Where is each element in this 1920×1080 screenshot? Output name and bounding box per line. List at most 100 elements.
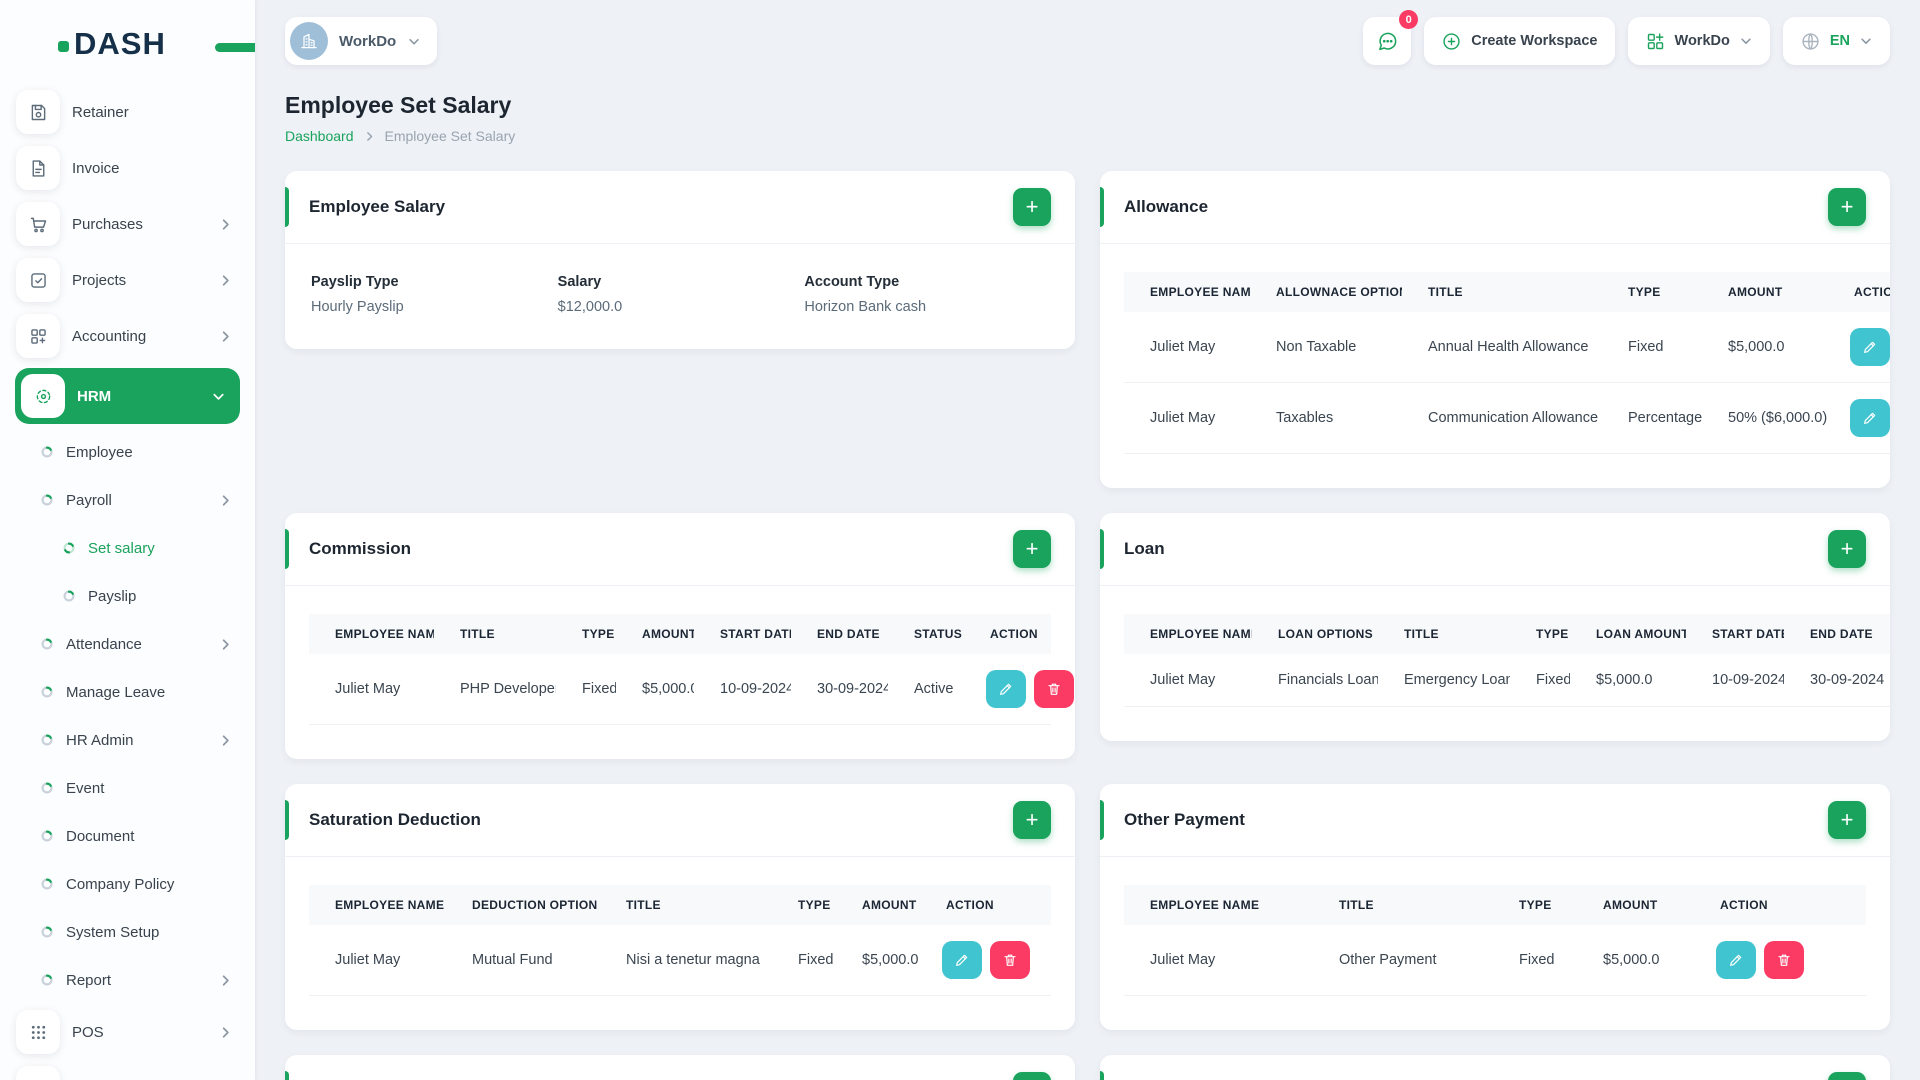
bullet-icon (62, 541, 76, 555)
sidebar-item-label: Attendance (66, 635, 142, 653)
card-overtime: Overtime + (285, 1055, 1075, 1080)
sidebar-item-set-salary[interactable]: Set salary (0, 524, 255, 572)
sidebar-item-crm[interactable]: CRM (0, 1060, 255, 1080)
trash-icon (1002, 952, 1018, 968)
accounting-icon (16, 314, 60, 358)
card-header: Overtime + (285, 1055, 1075, 1080)
delete-button[interactable] (1764, 941, 1804, 979)
sidebar-item-label: HR Admin (66, 731, 134, 749)
sidebar-item-pos[interactable]: POS (0, 1004, 255, 1060)
column-header: ACTION (920, 885, 1051, 925)
trash-icon (1776, 952, 1792, 968)
field-value: Horizon Bank cash (804, 299, 927, 315)
delete-button[interactable] (1034, 670, 1074, 708)
add-commission-button[interactable]: + (1013, 530, 1051, 568)
sidebar-item-label: Report (66, 971, 112, 989)
sidebar-item-hrm[interactable]: HRM (15, 368, 240, 424)
sidebar-item-payroll[interactable]: Payroll (0, 476, 255, 524)
language-selector[interactable]: EN (1782, 17, 1890, 65)
sidebar-item-projects[interactable]: Projects (0, 252, 255, 308)
field-label: Account Type (804, 274, 900, 290)
sidebar-item-label: POS (72, 1023, 104, 1041)
table-cell-actions (964, 654, 1074, 725)
chat-icon (1376, 30, 1399, 53)
messages-button[interactable]: 0 (1363, 10, 1419, 65)
breadcrumb: Dashboard Employee Set Salary (285, 128, 1890, 144)
column-header: TITLE (600, 885, 772, 925)
card-title: Allowance (1124, 197, 1209, 216)
table-row: Juliet May Taxables Communication Allowanc… (1124, 382, 1890, 454)
bullet-icon (40, 733, 54, 747)
chevron-right-icon (363, 130, 376, 143)
sidebar-item-employee[interactable]: Employee (0, 428, 255, 476)
column-header: AMOUNT (616, 614, 694, 654)
breadcrumb-dashboard-link[interactable]: Dashboard (285, 128, 354, 144)
column-header: START DATE (694, 614, 791, 654)
sidebar-item-report[interactable]: Report (0, 956, 255, 1004)
divider (1100, 243, 1890, 244)
bullet-icon (40, 925, 54, 939)
workdo-menu-button[interactable]: WorkDo (1627, 17, 1770, 65)
sidebar-item-system-setup[interactable]: System Setup (0, 908, 255, 956)
delete-button[interactable] (990, 941, 1030, 979)
add-overtime-button[interactable]: + (1013, 1072, 1051, 1080)
edit-button[interactable] (942, 941, 982, 979)
edit-button[interactable] (1716, 941, 1756, 979)
workspace-selector[interactable]: WorkDo (285, 17, 438, 65)
loan-table: EMPLOYEE NAME LOAN OPTIONS TITLE TYPE LOAN A… (1124, 614, 1890, 707)
add-company-contribution-button[interactable]: + (1828, 1072, 1866, 1080)
column-header: END DATE (791, 614, 888, 654)
sidebar-item-hr-admin[interactable]: HR Admin (0, 716, 255, 764)
table-cell: Financials Loan (1252, 654, 1378, 707)
sidebar-item-event[interactable]: Event (0, 764, 255, 812)
page-header: Employee Set Salary Dashboard Employee S… (285, 92, 1890, 144)
create-workspace-button[interactable]: Create Workspace (1424, 17, 1615, 65)
globe-icon (1800, 31, 1821, 52)
field-account-type: Account Type Horizon Bank cash (804, 274, 1051, 315)
purchases-icon (16, 202, 60, 246)
add-loan-button[interactable]: + (1828, 530, 1866, 568)
table-cell: Taxables (1250, 382, 1402, 454)
field-salary: Salary $12,000.0 (558, 274, 805, 315)
bullet-icon (40, 781, 54, 795)
sidebar-nav: Retainer Invoice Purchases Projects Accounti… (0, 80, 255, 1080)
sidebar-item-invoice[interactable]: Invoice (0, 140, 255, 196)
commission-table: EMPLOYEE NAME TITLE TYPE AMOUNT START DATE EN… (309, 614, 1075, 725)
sidebar-item-attendance[interactable]: Attendance (0, 620, 255, 668)
sidebar-item-document[interactable]: Document (0, 812, 255, 860)
edit-button[interactable] (1850, 328, 1890, 366)
table-cell: Fixed (1602, 312, 1702, 383)
column-header: DEDUCTION OPTION (446, 885, 600, 925)
add-saturation-deduction-button[interactable]: + (1013, 801, 1051, 839)
logo-dash-bar (215, 43, 255, 52)
table-header-row: EMPLOYEE NAME ALLOWNACE OPTION TITLE TYPE AM… (1124, 272, 1890, 312)
add-employee-salary-button[interactable]: + (1013, 188, 1051, 226)
table-cell: 10-09-2024 (1686, 654, 1784, 707)
chevron-down-icon (1739, 34, 1753, 48)
column-header: AMOUNT (1702, 272, 1828, 312)
sidebar-item-manage-leave[interactable]: Manage Leave (0, 668, 255, 716)
add-allowance-button[interactable]: + (1828, 188, 1866, 226)
sidebar-item-payslip[interactable]: Payslip (0, 572, 255, 620)
column-header: EMPLOYEE NAME (1124, 885, 1313, 925)
workdo-menu-label: WorkDo (1674, 33, 1730, 49)
sidebar-item-company-policy[interactable]: Company Policy (0, 860, 255, 908)
table-header-row: EMPLOYEE NAME DEDUCTION OPTION TITLE TYPE AM… (309, 885, 1051, 925)
sidebar-item-label: Invoice (72, 159, 120, 177)
add-other-payment-button[interactable]: + (1828, 801, 1866, 839)
app-logo[interactable]: DASH (58, 26, 255, 62)
topbar-actions: 0 Create Workspace WorkDo EN (1363, 10, 1890, 65)
plus-circle-icon (1441, 31, 1462, 52)
sidebar-item-label: Company Policy (66, 875, 175, 893)
sidebar-item-purchases[interactable]: Purchases (0, 196, 255, 252)
table-cell: Other Payment (1313, 925, 1493, 996)
sidebar-item-accounting[interactable]: Accounting (0, 308, 255, 364)
edit-button[interactable] (1850, 399, 1890, 437)
edit-button[interactable] (986, 670, 1026, 708)
column-header: ALLOWNACE OPTION (1250, 272, 1402, 312)
chevron-down-icon (1859, 34, 1873, 48)
sidebar-item-retainer[interactable]: Retainer (0, 84, 255, 140)
table-cell: 30-09-2024 (1784, 654, 1890, 707)
sidebar-item-label: HRM (77, 387, 112, 405)
building-icon (299, 31, 319, 51)
